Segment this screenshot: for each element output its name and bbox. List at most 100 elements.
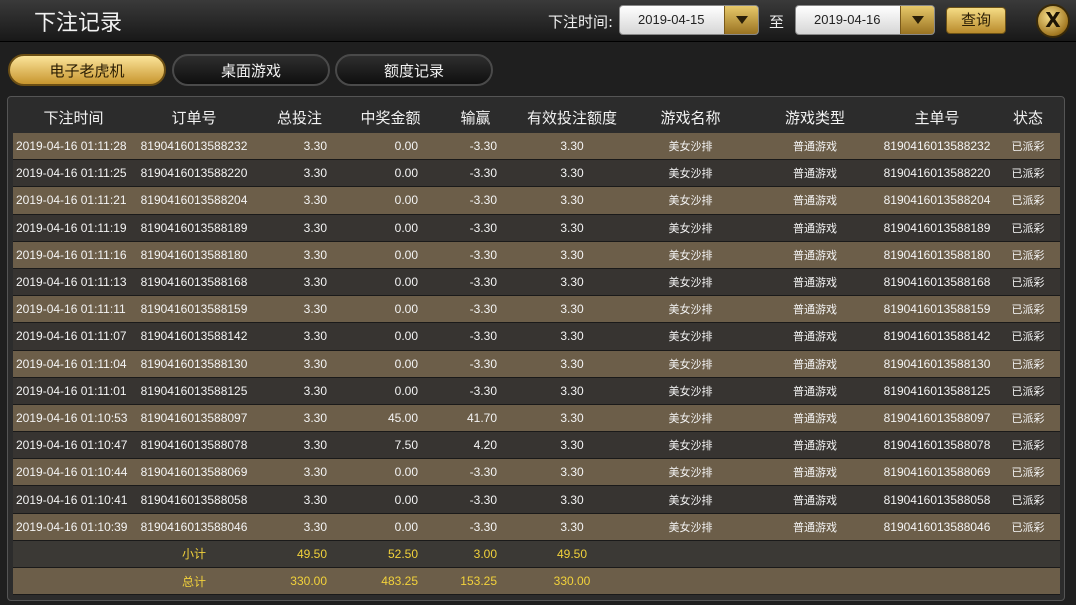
table-cell: 8190416013588069 bbox=[878, 459, 996, 487]
table-cell: 3.30 bbox=[515, 377, 629, 405]
total-row: 总计 330.00 483.25 153.25 330.00 bbox=[13, 568, 1060, 596]
table-cell: 2019-04-16 01:11:25 bbox=[13, 160, 134, 188]
table-cell: 普通游戏 bbox=[752, 323, 878, 351]
total-row-bet: 330.00 bbox=[254, 568, 345, 596]
table-cell: 3.30 bbox=[515, 296, 629, 324]
table-cell: 普通游戏 bbox=[752, 214, 878, 242]
column-header: 输赢 bbox=[460, 108, 491, 127]
table-cell bbox=[13, 540, 134, 568]
table-cell: 3.30 bbox=[254, 214, 345, 242]
table-cell: 3.30 bbox=[254, 404, 345, 433]
table-cell bbox=[878, 568, 996, 596]
bet-records-table: 下注时间 订单号 总投注 中奖金额 输赢 有效投注额度 游戏名称 游戏类型 主单号 状态 2019… bbox=[13, 101, 1060, 596]
table-cell: 0.00 bbox=[345, 350, 436, 378]
table-cell: -3.30 bbox=[436, 377, 515, 405]
end-date-select[interactable]: 2019-04-16 bbox=[795, 5, 935, 35]
table-cell bbox=[878, 540, 996, 568]
table-cell: 2019-04-16 01:11:07 bbox=[13, 323, 134, 351]
tab-slot-machine[interactable]: 电子老虎机 bbox=[8, 54, 166, 86]
table-cell: 8190416013588097 bbox=[878, 404, 996, 433]
table-cell: 8190416013588078 bbox=[878, 432, 996, 460]
tab-credit-records[interactable]: 额度记录 bbox=[335, 54, 493, 86]
table-cell bbox=[752, 540, 878, 568]
table-cell: 已派彩 bbox=[996, 268, 1060, 297]
table-cell: 普通游戏 bbox=[752, 377, 878, 405]
table-cell: 已派彩 bbox=[996, 241, 1060, 269]
table-cell: 3.30 bbox=[515, 404, 629, 433]
table-cell: 普通游戏 bbox=[752, 241, 878, 269]
table-cell: 已派彩 bbox=[996, 187, 1060, 215]
start-date-select[interactable]: 2019-04-15 bbox=[619, 5, 759, 35]
table-cell: 2019-04-16 01:10:47 bbox=[13, 432, 134, 460]
table-cell: 0.00 bbox=[345, 214, 436, 242]
table-cell: 3.30 bbox=[254, 296, 345, 324]
table-cell: 普通游戏 bbox=[752, 350, 878, 378]
table-cell: 8190416013588058 bbox=[134, 486, 254, 514]
table-cell bbox=[629, 540, 752, 568]
table-cell bbox=[629, 568, 752, 596]
table-cell: 已派彩 bbox=[996, 486, 1060, 514]
subtotal-row-label: 小计 bbox=[134, 540, 254, 568]
table-cell: 0.00 bbox=[345, 241, 436, 269]
table-cell: 美女沙排 bbox=[629, 459, 752, 487]
table-cell: 7.50 bbox=[345, 432, 436, 460]
query-button[interactable]: 查询 bbox=[946, 7, 1006, 34]
table-cell: -3.30 bbox=[436, 459, 515, 487]
table-cell: 3.30 bbox=[254, 513, 345, 541]
table-cell: 4.20 bbox=[436, 432, 515, 460]
table-cell: 普通游戏 bbox=[752, 268, 878, 297]
subtotal-row-valid: 49.50 bbox=[515, 540, 629, 568]
table-cell: 美女沙排 bbox=[629, 323, 752, 351]
table-cell: 2019-04-16 01:11:16 bbox=[13, 241, 134, 269]
table-cell: 美女沙排 bbox=[629, 377, 752, 405]
close-icon[interactable]: X bbox=[1036, 4, 1070, 38]
table-cell: 3.30 bbox=[254, 187, 345, 215]
table-cell: 3.30 bbox=[254, 133, 345, 161]
table-cell: 8190416013588097 bbox=[134, 404, 254, 433]
table-cell: 3.30 bbox=[254, 160, 345, 188]
table-cell: 8190416013588069 bbox=[134, 459, 254, 487]
tab-table-games[interactable]: 桌面游戏 bbox=[172, 54, 330, 86]
chevron-down-icon[interactable] bbox=[724, 6, 758, 34]
table-cell: 普通游戏 bbox=[752, 160, 878, 188]
table-cell: 2019-04-16 01:11:04 bbox=[13, 350, 134, 378]
table-cell: 8190416013588232 bbox=[134, 133, 254, 161]
start-date-value: 2019-04-15 bbox=[638, 12, 705, 27]
table-cell: 普通游戏 bbox=[752, 187, 878, 215]
table-cell: 0.00 bbox=[345, 160, 436, 188]
table-row: 2019-04-16 01:11:28 8190416013588232 3.30 0… bbox=[13, 133, 1060, 161]
table-cell: 3.30 bbox=[515, 241, 629, 269]
table-row: 2019-04-16 01:11:01 8190416013588125 3.30 0… bbox=[13, 377, 1060, 405]
table-cell: 8190416013588204 bbox=[878, 187, 996, 215]
table-cell: 0.00 bbox=[345, 133, 436, 161]
table-cell: 已派彩 bbox=[996, 513, 1060, 541]
table-cell: 已派彩 bbox=[996, 459, 1060, 487]
table-row: 2019-04-16 01:11:19 8190416013588189 3.30 0… bbox=[13, 214, 1060, 242]
table-cell: 8190416013588189 bbox=[134, 214, 254, 242]
table-cell: -3.30 bbox=[436, 296, 515, 324]
chevron-down-icon[interactable] bbox=[900, 6, 934, 34]
table-cell: 8190416013588046 bbox=[134, 513, 254, 541]
table-cell bbox=[996, 540, 1060, 568]
table-cell: -3.30 bbox=[436, 241, 515, 269]
table-cell: 美女沙排 bbox=[629, 513, 752, 541]
table-cell: 已派彩 bbox=[996, 296, 1060, 324]
column-header: 订单号 bbox=[171, 108, 217, 127]
table-cell: 0.00 bbox=[345, 486, 436, 514]
table-cell: 美女沙排 bbox=[629, 268, 752, 297]
table-cell: 8190416013588125 bbox=[134, 377, 254, 405]
table-cell: 3.30 bbox=[515, 187, 629, 215]
table-cell: 8190416013588168 bbox=[878, 268, 996, 297]
table-cell: 3.30 bbox=[515, 133, 629, 161]
table-cell: 普通游戏 bbox=[752, 432, 878, 460]
table-cell: 3.30 bbox=[515, 214, 629, 242]
table-cell bbox=[996, 568, 1060, 596]
table-cell: 已派彩 bbox=[996, 133, 1060, 161]
table-cell: 8190416013588220 bbox=[878, 160, 996, 188]
table-cell: 3.30 bbox=[254, 377, 345, 405]
table-cell: 美女沙排 bbox=[629, 296, 752, 324]
table-cell: 美女沙排 bbox=[629, 187, 752, 215]
table-cell: 0.00 bbox=[345, 377, 436, 405]
table-cell: 3.30 bbox=[515, 160, 629, 188]
table-cell: 普通游戏 bbox=[752, 296, 878, 324]
